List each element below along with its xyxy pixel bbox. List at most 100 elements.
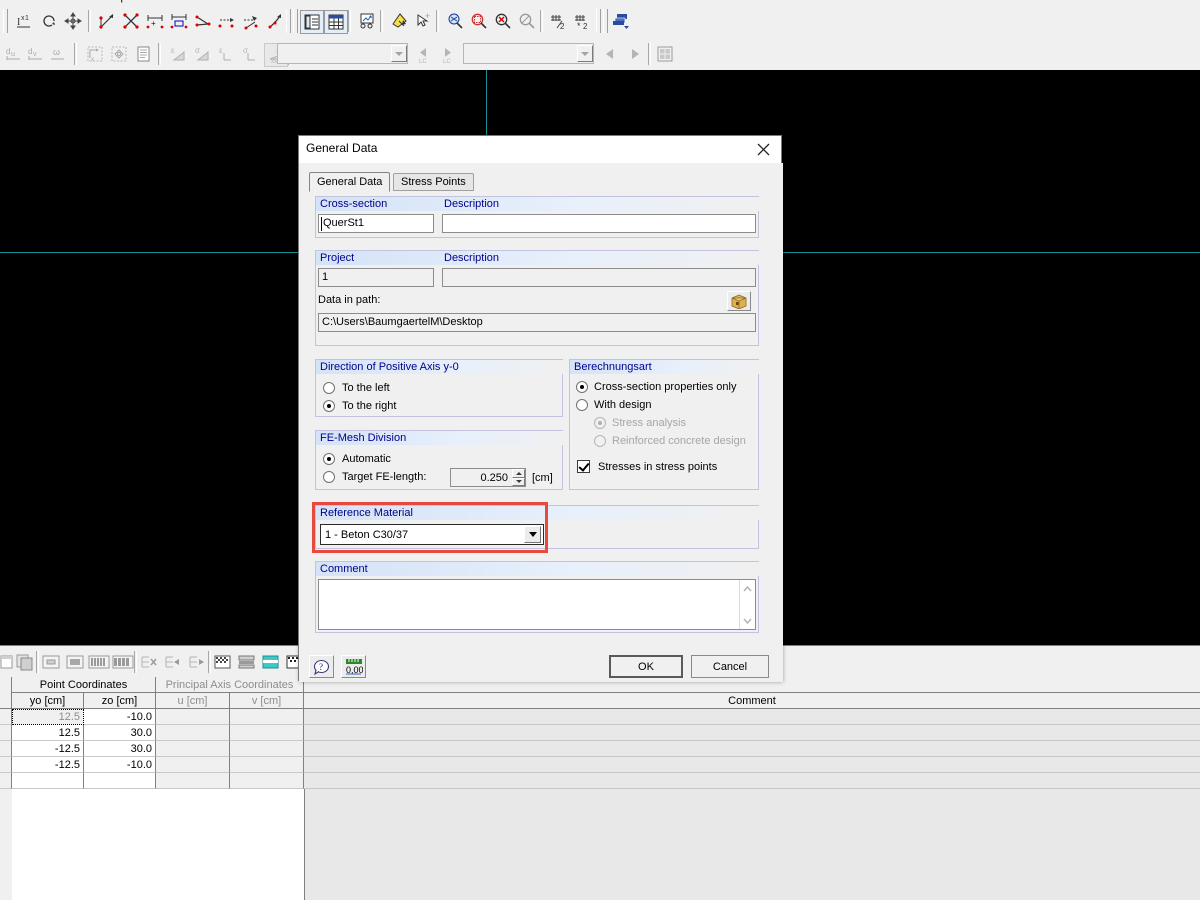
table-cell-yo[interactable]: 12.5 xyxy=(12,709,84,725)
table-cell-u[interactable] xyxy=(156,757,230,773)
insert-row-before-icon[interactable] xyxy=(162,651,184,673)
table-cell-zo[interactable] xyxy=(84,773,156,789)
reference-material-dropdown[interactable]: 1 - Beton C30/37 xyxy=(320,524,544,545)
data-path-input[interactable]: C:\Users\BaumgaertelM\Desktop xyxy=(318,313,756,332)
comment-scrollbar[interactable] xyxy=(739,580,755,629)
table-panel-icon[interactable] xyxy=(324,10,348,34)
printout-report-icon[interactable] xyxy=(356,10,378,32)
table-cell-comment[interactable] xyxy=(304,773,1200,789)
zoom-previous-icon[interactable] xyxy=(516,10,538,32)
radio-automatic[interactable] xyxy=(323,453,335,465)
radio-to-the-left[interactable] xyxy=(323,382,335,394)
zoom-in-icon[interactable] xyxy=(468,10,490,32)
checkbox-label-stresses-in-stress-points[interactable]: Stresses in stress points xyxy=(598,461,717,473)
tab-general-data[interactable]: General Data xyxy=(309,172,391,192)
next-item-button[interactable] xyxy=(624,43,646,65)
table-cell-u[interactable] xyxy=(156,773,230,789)
table-cell-u[interactable] xyxy=(156,709,230,725)
table-cell-yo[interactable]: -12.5 xyxy=(12,757,84,773)
epsilon-x-icon[interactable]: ε xyxy=(168,43,190,65)
menu-item-help[interactable]: Help xyxy=(104,0,127,3)
filled-view-icon[interactable] xyxy=(64,651,86,673)
cross-section-name-input[interactable]: QuerSt1 xyxy=(318,214,434,233)
checkbox-stresses-in-stress-points[interactable] xyxy=(577,460,590,473)
table-row[interactable] xyxy=(0,773,1200,789)
toolbar-grip-3[interactable] xyxy=(293,9,298,33)
table-cell-v[interactable] xyxy=(230,709,304,725)
toolbar-grip-2[interactable] xyxy=(286,9,291,33)
view-select-combo[interactable] xyxy=(463,43,594,64)
ok-button[interactable]: OK xyxy=(609,655,683,678)
cancel-button[interactable]: Cancel xyxy=(691,655,769,678)
zoom-out-icon[interactable] xyxy=(492,10,514,32)
close-icon[interactable] xyxy=(749,139,777,160)
toolbar-grip-5[interactable] xyxy=(603,9,608,33)
table-cell-yo[interactable] xyxy=(12,773,84,789)
general-data-dialog[interactable]: General Data General Data Stress Points … xyxy=(298,135,783,682)
project-description-input[interactable] xyxy=(442,268,756,287)
project-number-input[interactable]: 1 xyxy=(318,268,434,287)
move-icon[interactable] xyxy=(62,10,84,32)
table-row[interactable]: 12.5 30.0 xyxy=(0,725,1200,741)
table-cell-yo[interactable]: 12.5 xyxy=(12,725,84,741)
dv-deformation-icon[interactable]: dv xyxy=(26,43,48,65)
table-row[interactable]: 12.5 -10.0 xyxy=(0,709,1200,725)
navigator-panel-icon[interactable] xyxy=(300,10,324,34)
radio-label-automatic[interactable]: Automatic xyxy=(342,453,391,465)
table-row[interactable]: -12.5 -10.0 xyxy=(0,757,1200,773)
stepper-buttons[interactable] xyxy=(512,469,525,486)
dialog-tabs[interactable]: General Data Stress Points xyxy=(309,172,771,192)
delete-node-icon[interactable] xyxy=(120,10,142,32)
radio-with-design[interactable] xyxy=(576,399,588,411)
table-cell-u[interactable] xyxy=(156,725,230,741)
table-cell-comment[interactable] xyxy=(304,709,1200,725)
folder-browse-icon[interactable] xyxy=(727,291,751,311)
text-annotation-icon[interactable]: Ix1 xyxy=(14,10,36,32)
chevron-up-icon[interactable] xyxy=(742,583,753,594)
radio-label-to-the-left[interactable]: To the left xyxy=(342,382,390,394)
dialog-title-bar[interactable]: General Data xyxy=(299,136,781,163)
chevron-down-icon-2[interactable] xyxy=(577,45,593,62)
sigma-y-icon[interactable]: σ xyxy=(240,43,262,65)
delete-row-icon[interactable] xyxy=(138,651,160,673)
row-number-cell[interactable] xyxy=(0,757,12,773)
pick-node-icon[interactable]: + xyxy=(412,10,434,32)
table-cell-zo[interactable]: -10.0 xyxy=(84,757,156,773)
chevron-down-icon-material[interactable] xyxy=(524,526,541,543)
chevron-down-icon[interactable] xyxy=(391,45,407,62)
table-cell-v[interactable] xyxy=(230,741,304,757)
radio-to-the-right[interactable] xyxy=(323,400,335,412)
table-cell-comment[interactable] xyxy=(304,725,1200,741)
selection-grid-icon[interactable] xyxy=(654,43,676,65)
row-number-cell[interactable] xyxy=(0,741,12,757)
previous-item-button[interactable] xyxy=(600,43,622,65)
radio-label-cross-section-properties-only[interactable]: Cross-section properties only xyxy=(594,381,736,393)
units-decimal-icon[interactable]: 0,00 xyxy=(341,655,366,678)
table-row[interactable]: -12.5 30.0 xyxy=(0,741,1200,757)
comment-textarea[interactable] xyxy=(318,579,756,630)
table-cell-zo[interactable]: -10.0 xyxy=(84,709,156,725)
radio-cross-section-properties-only[interactable] xyxy=(576,381,588,393)
highlight-icon[interactable] xyxy=(260,651,282,673)
row-number-cell[interactable] xyxy=(0,773,12,789)
table-cell-v[interactable] xyxy=(230,757,304,773)
grid-double-icon[interactable]: * 2 xyxy=(572,10,594,32)
toolbar-grip[interactable] xyxy=(3,9,8,33)
table-cell-comment[interactable] xyxy=(304,757,1200,773)
table-cell-comment[interactable] xyxy=(304,741,1200,757)
dimension-box-icon[interactable] xyxy=(168,10,190,32)
mesh-view-icon[interactable] xyxy=(212,651,234,673)
radio-label-target-fe-length[interactable]: Target FE-length: xyxy=(342,471,426,483)
du-deformation-icon[interactable]: du xyxy=(4,43,26,65)
zoom-fit-icon[interactable] xyxy=(444,10,466,32)
radio-target-fe-length[interactable] xyxy=(323,471,335,483)
document-icon[interactable] xyxy=(132,43,154,65)
axes-icon[interactable]: x xyxy=(84,43,106,65)
window-cascade-icon[interactable] xyxy=(610,10,632,32)
point-coordinates-table[interactable]: Point Coordinates Principal Axis Coordin… xyxy=(0,677,1200,900)
render-section-icon[interactable] xyxy=(388,10,410,32)
table-cell-zo[interactable]: 30.0 xyxy=(84,741,156,757)
insert-row-after-icon[interactable] xyxy=(186,651,208,673)
copy-graphic-icon[interactable] xyxy=(14,651,36,673)
toolbar-grip-4[interactable] xyxy=(596,9,601,33)
